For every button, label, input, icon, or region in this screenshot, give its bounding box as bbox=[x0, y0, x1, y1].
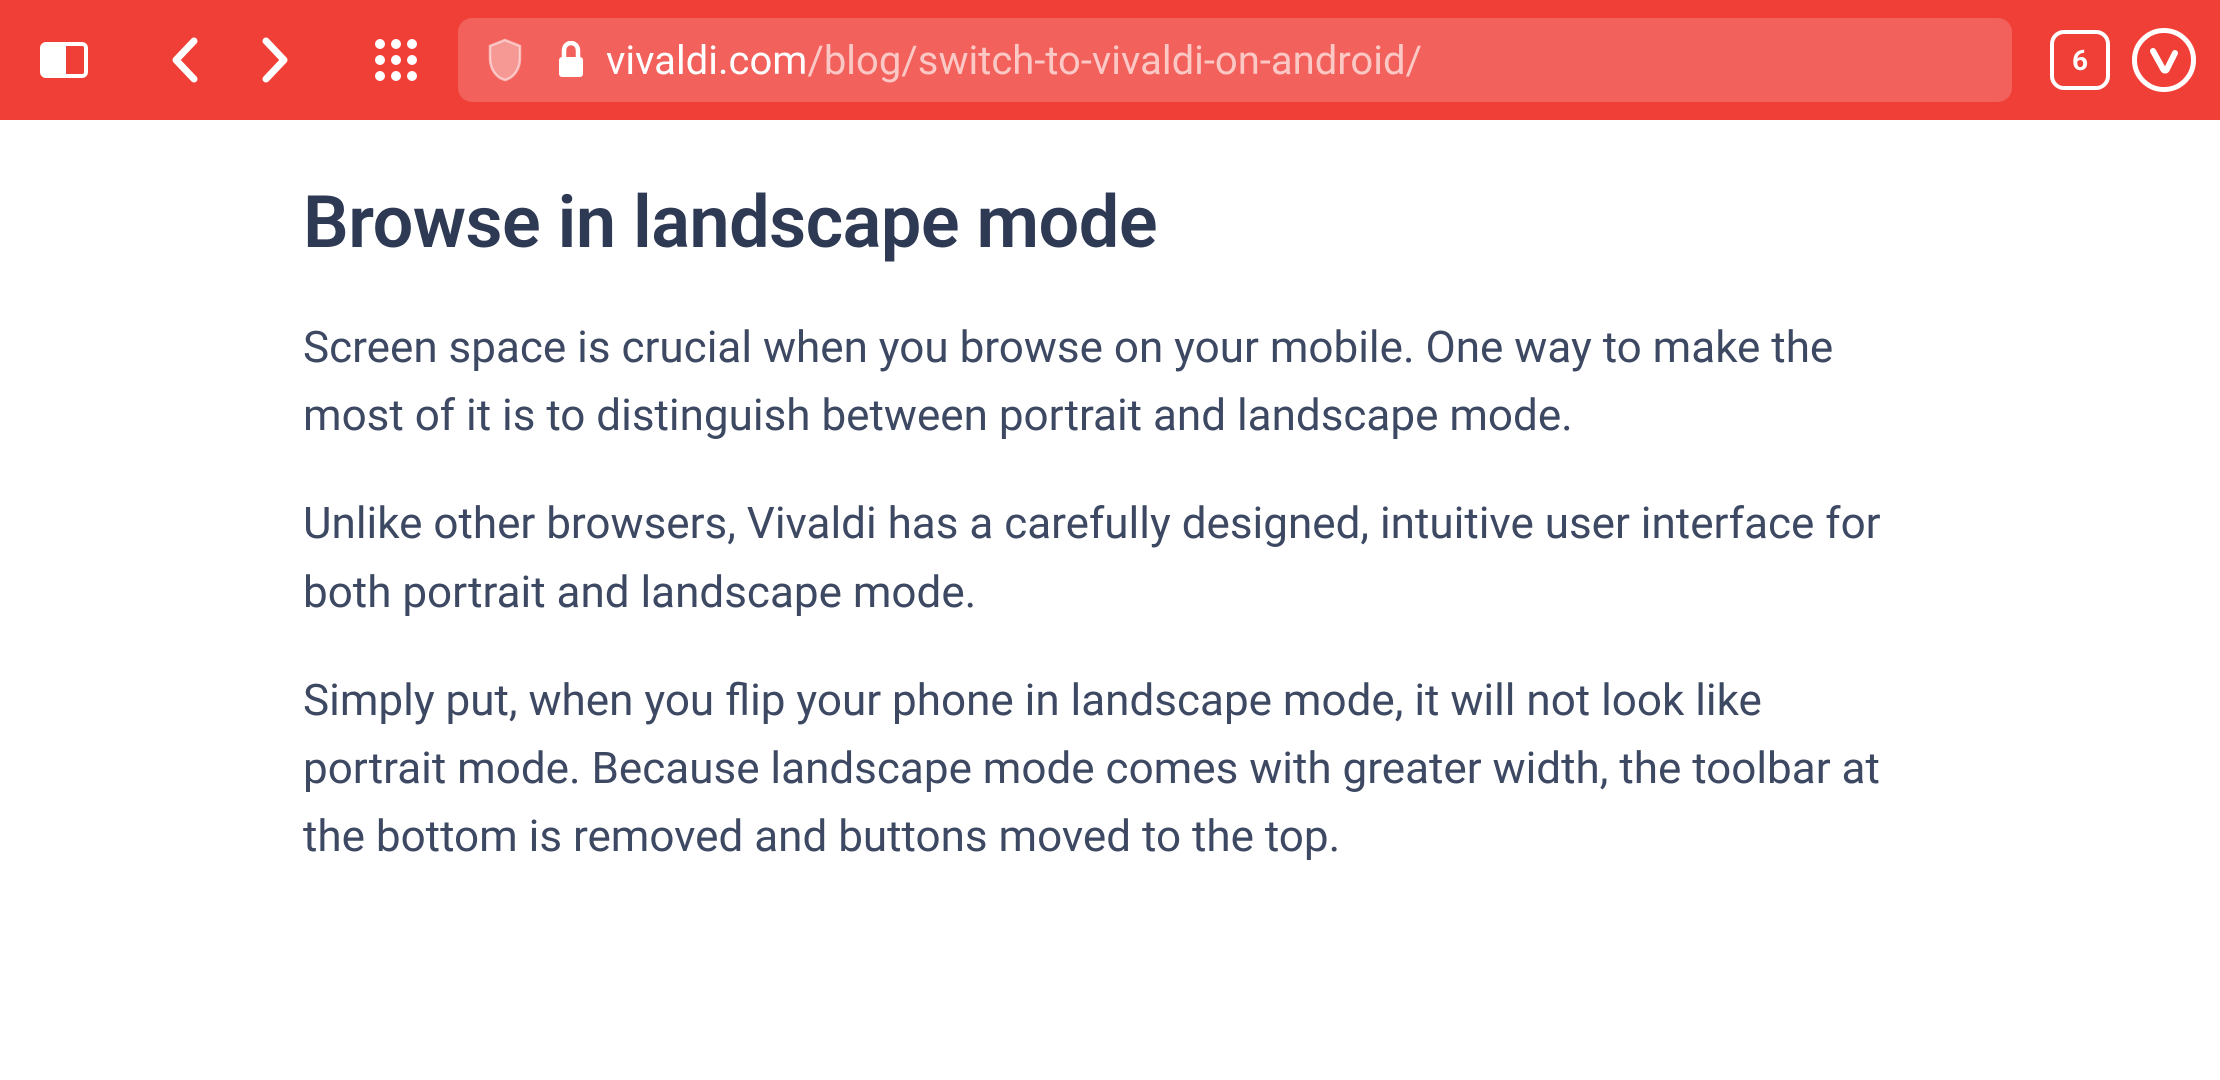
article-paragraph: Simply put, when you flip your phone in … bbox=[303, 666, 1893, 871]
speed-dial-button[interactable] bbox=[356, 20, 436, 100]
article-paragraph: Unlike other browsers, Vivaldi has a car… bbox=[303, 489, 1893, 625]
shield-icon[interactable] bbox=[486, 38, 524, 82]
tab-switcher-button[interactable]: 6 bbox=[2050, 30, 2110, 90]
page-content: Browse in landscape mode Screen space is… bbox=[0, 120, 2220, 870]
tab-count-value: 6 bbox=[2072, 44, 2088, 77]
lock-icon[interactable] bbox=[556, 41, 586, 79]
grid-icon bbox=[374, 38, 418, 82]
chevron-left-icon bbox=[170, 37, 198, 83]
back-button[interactable] bbox=[144, 20, 224, 100]
article-heading: Browse in landscape mode bbox=[303, 180, 1893, 265]
url-path: /blog/switch-to-vivaldi-on-android/ bbox=[807, 37, 1422, 84]
forward-button[interactable] bbox=[236, 20, 316, 100]
article: Browse in landscape mode Screen space is… bbox=[303, 180, 1893, 870]
panel-icon bbox=[40, 42, 88, 78]
browser-toolbar: vivaldi.com/blog/switch-to-vivaldi-on-an… bbox=[0, 0, 2220, 120]
vivaldi-logo-icon bbox=[2146, 42, 2182, 78]
url-domain: vivaldi.com bbox=[606, 37, 807, 84]
url-display: vivaldi.com/blog/switch-to-vivaldi-on-an… bbox=[606, 37, 1422, 84]
panel-toggle-button[interactable] bbox=[24, 20, 104, 100]
vivaldi-menu-button[interactable] bbox=[2132, 28, 2196, 92]
chevron-right-icon bbox=[262, 37, 290, 83]
article-paragraph: Screen space is crucial when you browse … bbox=[303, 313, 1893, 449]
address-bar[interactable]: vivaldi.com/blog/switch-to-vivaldi-on-an… bbox=[458, 18, 2012, 102]
